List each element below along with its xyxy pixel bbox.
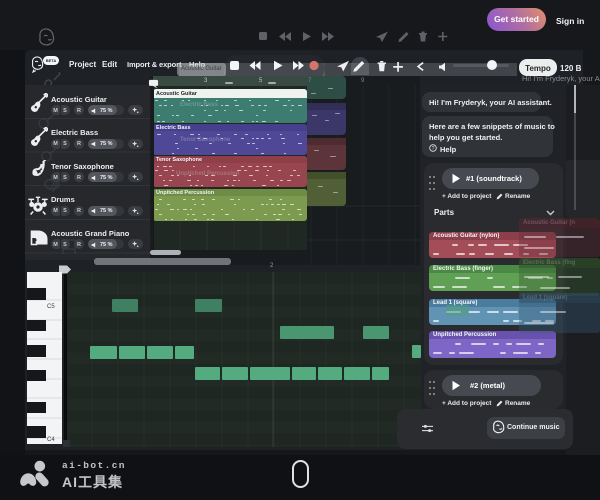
svg-text:?: ? bbox=[432, 146, 435, 152]
